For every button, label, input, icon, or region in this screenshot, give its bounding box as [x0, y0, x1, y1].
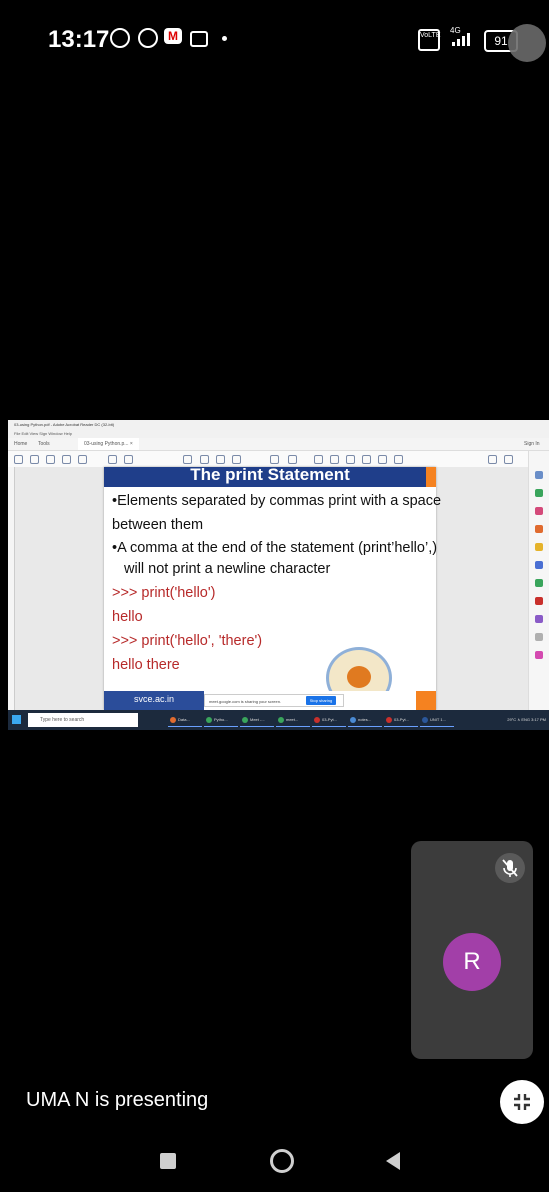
- page-up-icon: [108, 455, 117, 464]
- slide-bullet-line: will not print a newline character: [124, 561, 331, 577]
- tab-document: 03-using Python.p... ×: [78, 438, 139, 450]
- windows-taskbar: Type here to search Data... Pytho... Mee…: [8, 710, 549, 730]
- tool-icon: [535, 471, 543, 479]
- shared-screen[interactable]: 03-using Python.pdf - Adobe Acrobat Read…: [8, 420, 549, 730]
- taskbar-app: notes...: [348, 713, 382, 727]
- presenting-label: UMA N is presenting: [26, 1089, 209, 1111]
- left-panel-handle: [8, 467, 15, 710]
- tool-icon: [535, 597, 543, 605]
- tool-icon: [535, 615, 543, 623]
- recent-apps-button[interactable]: [160, 1153, 176, 1169]
- print-icon: [62, 455, 71, 464]
- home-button[interactable]: [270, 1149, 294, 1173]
- alarm-icon: [110, 28, 130, 48]
- delete-icon: [378, 455, 387, 464]
- hand-icon: [200, 455, 209, 464]
- tool-icon: [535, 525, 543, 533]
- taskbar-app: Data...: [168, 713, 202, 727]
- slide-title: The print Statement: [190, 465, 350, 484]
- slide-code-line: >>> print('hello', 'there'): [112, 633, 263, 649]
- taskbar-app: Meet -...: [240, 713, 274, 727]
- muted-mic-badge[interactable]: [508, 24, 546, 62]
- footer-accent: [416, 691, 436, 710]
- taskbar-app: UNIT 1...: [420, 713, 454, 727]
- slide-bullet-line: •A comma at the end of the statement (pr…: [112, 540, 438, 556]
- lasso-icon: [394, 455, 403, 464]
- slide-bullet-line: between them: [112, 517, 204, 533]
- tool-icon: [535, 651, 543, 659]
- more-notifications-dot-icon: [222, 36, 227, 41]
- volte-icon: VoLTE: [418, 29, 441, 51]
- emblem-center: [347, 666, 371, 688]
- sign-in-link: Sign In: [524, 441, 540, 447]
- slide-code-line: >>> print('hello'): [112, 585, 216, 601]
- tool-icon: [535, 507, 543, 515]
- status-bar: 13:17 M VoLTE 4G 91: [0, 0, 549, 80]
- network-type-label: 4G: [450, 26, 461, 35]
- fit-page-icon: [270, 455, 279, 464]
- sign-icon: [362, 455, 371, 464]
- slide-code-line: hello there: [112, 657, 180, 673]
- slide-code-line: hello: [112, 609, 143, 625]
- tool-icon: [535, 561, 543, 569]
- taskbar-app: meet...: [276, 713, 310, 727]
- star-icon: [30, 455, 39, 464]
- tool-icon: [535, 543, 543, 551]
- meet-video-icon: [190, 31, 208, 47]
- tool-icon: [535, 489, 543, 497]
- zoom-out-icon: [216, 455, 225, 464]
- menu-bar: File Edit View Sign Window Help: [8, 430, 549, 438]
- comment-icon: [288, 455, 297, 464]
- gmail-icon: M: [164, 28, 182, 44]
- acrobat-tab-bar: Home Tools 03-using Python.p... × Sign I…: [8, 438, 549, 451]
- taskbar-app: 03-Pyt...: [312, 713, 346, 727]
- clock: 13:17: [48, 26, 110, 53]
- upload-icon: [46, 455, 55, 464]
- minimize-presentation-button[interactable]: [500, 1080, 544, 1124]
- taskbar-search: Type here to search: [28, 713, 138, 727]
- system-tray: 29°C ∧ ENG 3:17 PM: [507, 717, 546, 722]
- note-icon: [314, 455, 323, 464]
- page-down-icon: [124, 455, 133, 464]
- zoom-in-icon: [232, 455, 241, 464]
- back-button[interactable]: [386, 1152, 400, 1170]
- collapse-icon: [514, 1094, 530, 1110]
- select-cursor-icon: [183, 455, 192, 464]
- search-icon: [78, 455, 87, 464]
- tab-tools: Tools: [38, 441, 50, 447]
- tool-icon: [535, 579, 543, 587]
- tab-home: Home: [14, 441, 28, 447]
- tool-icon: [535, 633, 543, 641]
- footer-website: svce.ac.in: [133, 694, 175, 704]
- pen-icon: [330, 455, 339, 464]
- window-title: 03-using Python.pdf - Adobe Acrobat Read…: [8, 420, 549, 430]
- mail-icon: [504, 455, 513, 464]
- signal-icon: 4G: [450, 26, 470, 46]
- whatsapp-icon: [138, 28, 158, 48]
- bookmark-icon: [14, 455, 23, 464]
- windows-start-icon: [12, 715, 21, 724]
- presentation-slide: The print Statement •Elements separated …: [104, 465, 441, 710]
- share-icon: [488, 455, 497, 464]
- participant-tile[interactable]: R: [411, 841, 533, 1059]
- taskbar-app: 03-Pyt...: [384, 713, 418, 727]
- participant-avatar: R: [443, 933, 501, 991]
- slide-bullet-line: •Elements separated by commas print with…: [112, 493, 442, 509]
- mic-off-icon: [495, 853, 525, 883]
- taskbar-app: Pytho...: [204, 713, 238, 727]
- tools-pane: [528, 451, 549, 710]
- slide-accent: [426, 467, 436, 487]
- stop-sharing-button: Stop sharing: [306, 696, 336, 705]
- highlight-icon: [346, 455, 355, 464]
